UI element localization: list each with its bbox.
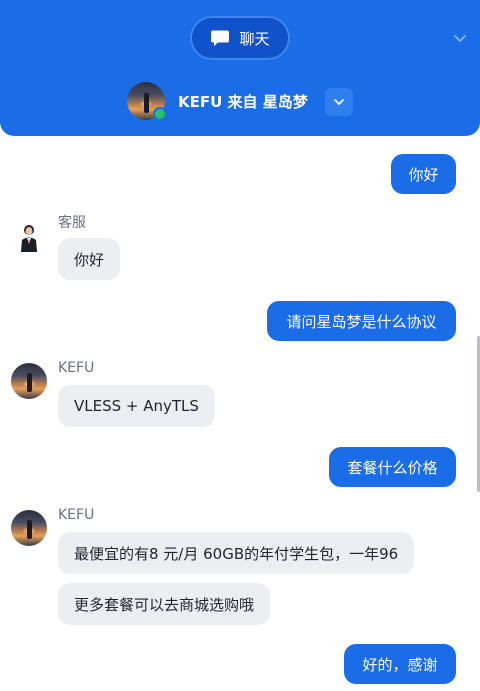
chat-header: 聊天 KEFU 来自 星岛梦	[0, 0, 480, 136]
tab-chat[interactable]: 聊天	[190, 16, 290, 60]
chat-widget: 聊天 KEFU 来自 星岛梦 你好 客服 你好 请问星岛梦是什么协议 KEFU …	[0, 0, 480, 691]
sender-name: KEFU	[58, 360, 95, 376]
outgoing-message: 好的，感谢	[344, 644, 456, 684]
tab-chat-label: 聊天	[239, 29, 270, 48]
online-status-indicator	[153, 107, 167, 121]
message-list[interactable]: 你好 客服 你好 请问星岛梦是什么协议 KEFU VLESS + AnyTLS …	[0, 136, 480, 691]
outgoing-message: 你好	[391, 154, 456, 194]
outgoing-message: 套餐什么价格	[329, 447, 456, 487]
incoming-message: 更多套餐可以去商城选购哦	[58, 583, 271, 625]
agent-info: KEFU 来自 星岛梦	[0, 82, 480, 122]
chevron-down-icon	[334, 99, 344, 105]
collapse-chevron-icon[interactable]	[452, 30, 468, 46]
agent-avatar	[127, 82, 167, 121]
agent-figure-avatar	[11, 220, 47, 256]
agent-name: KEFU 来自 星岛梦	[178, 93, 308, 111]
incoming-message: VLESS + AnyTLS	[58, 385, 215, 427]
incoming-message: 你好	[58, 238, 121, 280]
sender-name: 客服	[58, 215, 86, 231]
chat-bubble-icon	[210, 29, 230, 47]
sunset-photo-avatar	[11, 510, 47, 546]
agent-dropdown-button[interactable]	[325, 88, 353, 116]
outgoing-message: 请问星岛梦是什么协议	[267, 301, 456, 341]
sunset-photo-avatar	[11, 363, 47, 399]
sender-name: KEFU	[58, 507, 95, 523]
incoming-message: 最便宜的有8 元/月 60GB的年付学生包，一年96	[58, 532, 415, 574]
